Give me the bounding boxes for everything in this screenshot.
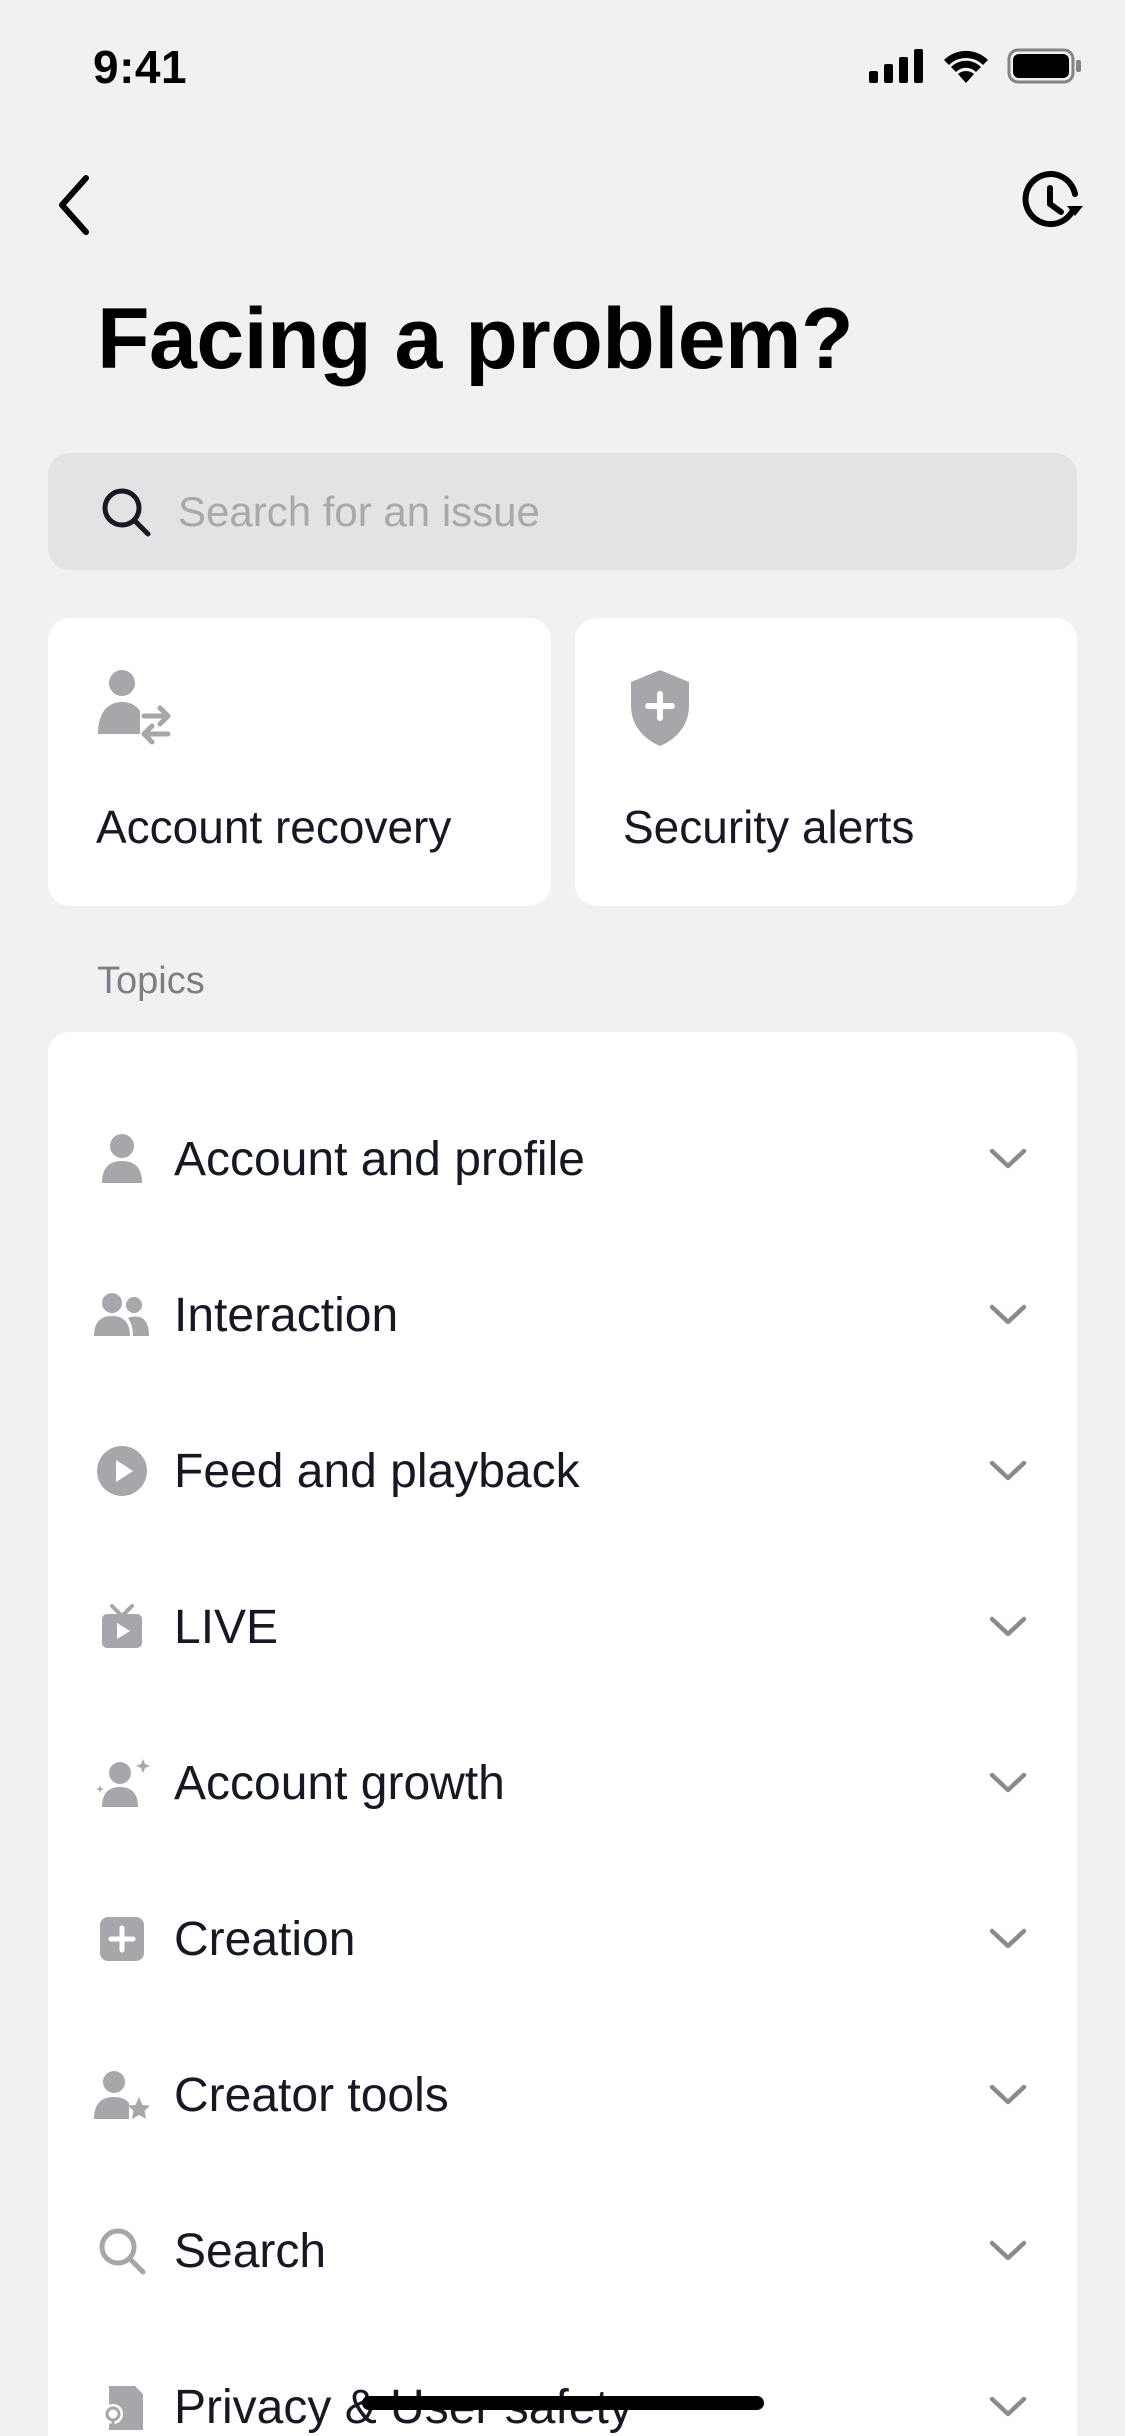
play-circle-icon [92,1441,152,1501]
chevron-down-icon[interactable] [983,1134,1033,1184]
security-alerts-card[interactable]: Security alerts [575,618,1077,906]
account-recovery-card[interactable]: Account recovery [48,618,551,906]
back-button[interactable] [30,160,120,250]
live-tv-icon [92,1597,152,1657]
topic-interaction[interactable]: Interaction [48,1237,1077,1393]
cellular-signal-icon [869,49,923,83]
page-title: Facing a problem? [97,291,854,387]
plus-square-icon [92,1909,152,1969]
topic-label: Creation [174,1912,356,1966]
people-icon [92,1285,152,1345]
status-icons [869,48,1083,84]
topics-section-label: Topics [97,960,205,1002]
topic-label: Feed and playback [174,1444,580,1498]
topic-label: LIVE [174,1600,279,1654]
topic-account-and-profile[interactable]: Account and profile [48,1081,1077,1237]
history-button[interactable] [1007,158,1097,248]
chevron-down-icon[interactable] [983,2382,1033,2432]
battery-icon [1007,48,1081,84]
status-bar: 9:41 [0,0,1125,140]
topic-label: Search [174,2224,327,2278]
topic-creator-tools[interactable]: Creator tools [48,2017,1077,2173]
wifi-icon [944,50,988,83]
search-icon [92,2221,152,2281]
privacy-icon [92,2377,152,2436]
topic-live[interactable]: LIVE [48,1549,1077,1705]
help-center-screen: 9:41 Facing a problem? Search for an iss… [0,0,1125,2436]
person-icon [92,1129,152,1189]
history-clock-icon [1022,171,1083,228]
person-sparkle-icon [92,1753,152,1813]
search-input[interactable] [178,487,978,536]
chevron-down-icon[interactable] [983,1914,1033,1964]
chevron-down-icon[interactable] [983,1602,1033,1652]
chevron-down-icon[interactable] [983,2070,1033,2120]
shield-plus-icon [627,668,707,748]
topics-list: Account and profile Interaction Feed and… [48,1032,1077,2436]
topic-creation[interactable]: Creation [48,1861,1077,2017]
topic-privacy-and-user-safety[interactable]: Privacy & User safety [48,2329,1077,2436]
topic-label: Creator tools [174,2068,449,2122]
topic-account-growth[interactable]: Account growth [48,1705,1077,1861]
card-label: Account recovery [96,801,452,853]
topic-label: Interaction [174,1288,399,1342]
person-star-icon [92,2065,152,2125]
home-indicator[interactable] [362,2396,764,2410]
topic-label: Account and profile [174,1132,585,1186]
topic-label: Account growth [174,1756,505,1810]
search-bar[interactable] [48,453,1077,570]
status-time: 9:41 [93,41,188,93]
chevron-down-icon[interactable] [983,1758,1033,1808]
search-icon [98,484,154,540]
topic-feed-and-playback[interactable]: Feed and playback [48,1393,1077,1549]
card-label: Security alerts [623,801,915,853]
account-switch-icon [96,668,176,748]
chevron-down-icon[interactable] [983,1446,1033,1496]
topic-search[interactable]: Search [48,2173,1077,2329]
chevron-down-icon[interactable] [983,1290,1033,1340]
chevron-left-icon [59,175,89,235]
chevron-down-icon[interactable] [983,2226,1033,2276]
